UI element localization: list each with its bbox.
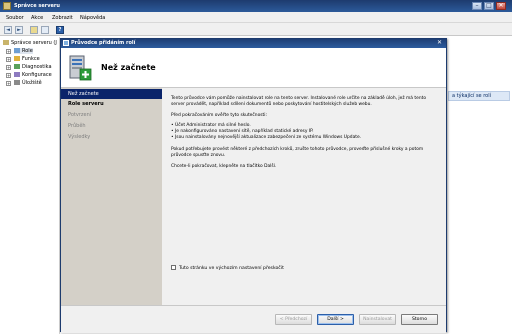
main-window-titlebar: Správce serveru – □ ✕ xyxy=(0,0,512,12)
step-progress: Průběh xyxy=(68,123,86,129)
menu-file[interactable]: Soubor xyxy=(6,15,24,21)
tree-item-diagnostics[interactable]: Diagnostika xyxy=(14,64,52,70)
window-title: Správce serveru xyxy=(14,3,60,9)
wizard-content: Tento průvodce vám pomůže nainstalovat r… xyxy=(162,88,446,305)
toolbar: ◄ ► ? xyxy=(0,23,512,36)
verify-heading: Před pokračováním ověřte tyto skutečnost… xyxy=(171,113,267,118)
tree-item-features[interactable]: Funkce xyxy=(14,56,40,62)
server-manager-icon xyxy=(3,2,11,10)
menu-bar: Soubor Akce Zobrazit Nápověda xyxy=(0,12,512,23)
configuration-icon xyxy=(14,72,20,77)
step-server-roles[interactable]: Role serveru xyxy=(61,99,162,109)
folder-up-icon[interactable] xyxy=(30,26,38,34)
roles-help-link[interactable]: a týkající se rolí xyxy=(448,91,510,101)
console-tree-icon[interactable] xyxy=(41,26,49,34)
page-title: Než začnete xyxy=(101,63,156,72)
menu-view[interactable]: Zobrazit xyxy=(52,15,73,21)
roles-icon xyxy=(14,48,20,53)
add-roles-wizard: Průvodce přidáním rolí ✕ Než začnete Než… xyxy=(60,38,447,333)
skip-page-label: Tuto stránku ve výchozím nastavení přesk… xyxy=(179,266,284,271)
step-before-you-begin[interactable]: Než začnete xyxy=(61,89,162,99)
expand-roles-icon[interactable]: + xyxy=(6,49,11,54)
bullet-updates: • Jsou nainstalovány nejnovější aktualiz… xyxy=(171,135,362,140)
actions-pane xyxy=(445,37,512,334)
tree-root[interactable]: Správce serveru (J xyxy=(3,40,57,46)
help-icon[interactable]: ? xyxy=(56,26,64,34)
back-icon[interactable]: ◄ xyxy=(4,26,12,34)
tree-item-roles[interactable]: Role xyxy=(14,48,33,54)
tree-item-label: Konfigurace xyxy=(22,72,52,78)
menu-action[interactable]: Akce xyxy=(31,15,43,21)
expand-diagnostics-icon[interactable]: + xyxy=(6,65,11,70)
close-button[interactable]: ✕ xyxy=(496,2,506,10)
tree-item-label: Úložiště xyxy=(22,80,42,86)
wizard-icon xyxy=(63,40,69,46)
install-button[interactable]: Nainstalovat xyxy=(359,314,396,325)
checkbox-box[interactable] xyxy=(171,265,176,270)
expand-storage-icon[interactable]: + xyxy=(6,81,11,86)
tree-item-storage[interactable]: Úložiště xyxy=(14,80,42,86)
wizard-steps: Než začnete Role serveru Potvrzení Průbě… xyxy=(61,88,162,333)
cancel-button[interactable]: Storno xyxy=(401,314,438,325)
maximize-button[interactable]: □ xyxy=(484,2,494,10)
tree-item-label: Role xyxy=(22,48,33,54)
storage-icon xyxy=(14,80,20,85)
tree-item-label: Funkce xyxy=(22,56,40,62)
diagnostics-icon xyxy=(14,64,20,69)
continue-text: Chcete-li pokračovat, klepněte na tlačít… xyxy=(171,164,277,169)
step-confirmation: Potvrzení xyxy=(68,112,92,118)
minimize-button[interactable]: – xyxy=(472,2,482,10)
dialog-titlebar: Průvodce přidáním rolí ✕ xyxy=(61,39,446,48)
note-text: Pokud potřebujete provést některé z před… xyxy=(171,147,424,158)
console-tree: Správce serveru (J + Role + Funkce + Dia… xyxy=(0,37,60,334)
expand-features-icon[interactable]: + xyxy=(6,57,11,62)
server-icon xyxy=(3,40,9,45)
expand-configuration-icon[interactable]: + xyxy=(6,73,11,78)
step-results: Výsledky xyxy=(68,134,91,140)
tree-item-label: Diagnostika xyxy=(22,64,52,70)
menu-help[interactable]: Nápověda xyxy=(80,15,105,21)
intro-text: Tento průvodce vám pomůže nainstalovat r… xyxy=(171,96,427,107)
wizard-header: Než začnete xyxy=(61,48,446,88)
tree-root-label: Správce serveru (J xyxy=(11,40,57,46)
tree-item-configuration[interactable]: Konfigurace xyxy=(14,72,52,78)
server-add-role-icon xyxy=(69,55,92,81)
previous-button[interactable]: < Předchozí xyxy=(275,314,312,325)
forward-icon[interactable]: ► xyxy=(15,26,23,34)
wizard-buttons: < Předchozí Další > Nainstalovat Storno xyxy=(61,305,446,333)
dialog-close-button[interactable]: ✕ xyxy=(436,40,443,46)
features-icon xyxy=(14,56,20,61)
next-button[interactable]: Další > xyxy=(317,314,354,325)
skip-page-checkbox[interactable]: Tuto stránku ve výchozím nastavení přesk… xyxy=(171,265,284,271)
dialog-title: Průvodce přidáním rolí xyxy=(71,40,136,46)
